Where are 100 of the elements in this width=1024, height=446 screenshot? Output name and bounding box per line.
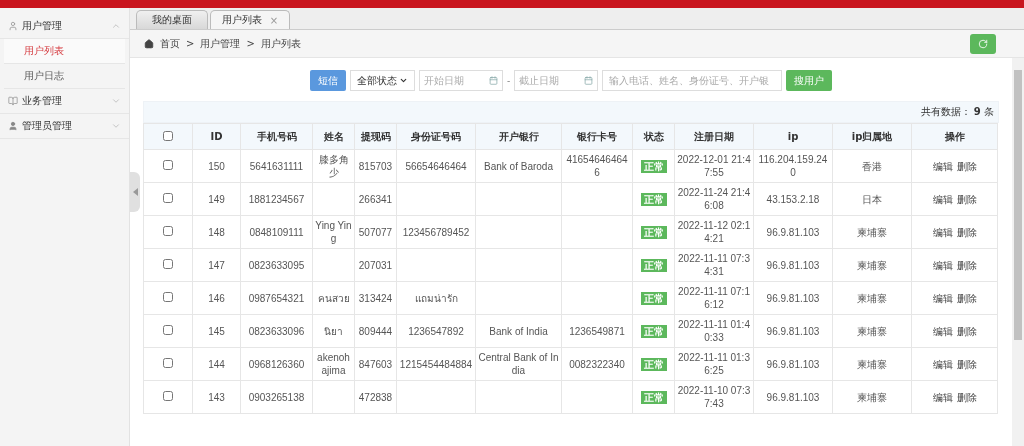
table-cell: 96.9.81.103	[766, 226, 820, 238]
delete-link[interactable]: 删除	[956, 358, 977, 370]
refresh-icon	[978, 38, 988, 49]
column-header: ip	[753, 123, 833, 150]
table-cell: 149	[208, 193, 225, 205]
refresh-button[interactable]	[970, 33, 996, 54]
table-cell: 柬埔寨	[857, 358, 887, 370]
table-cell: 膝多角少	[318, 154, 349, 178]
column-header: 手机号码	[240, 123, 313, 150]
table-cell: 266341	[358, 193, 393, 205]
table-cell: 1236547892	[408, 325, 464, 337]
delete-link[interactable]: 删除	[956, 292, 977, 304]
home-icon	[144, 38, 154, 49]
delete-link[interactable]: 删除	[956, 193, 977, 205]
status-badge: 正常	[640, 225, 667, 239]
group-label: 业务管理	[22, 94, 63, 108]
range-separator: -	[506, 75, 511, 86]
row-checkbox[interactable]	[163, 291, 173, 302]
table-cell: นิยา	[324, 325, 343, 337]
table-cell: 148	[208, 226, 225, 238]
edit-link[interactable]: 编辑	[932, 259, 953, 271]
table-cell: Ying Ying	[315, 220, 352, 244]
table-cell: 柬埔寨	[857, 259, 887, 271]
row-checkbox[interactable]	[163, 324, 173, 335]
status-badge: 正常	[640, 192, 667, 206]
status-badge: 正常	[640, 324, 667, 338]
row-checkbox[interactable]	[163, 390, 173, 401]
chevron-down-icon	[398, 76, 408, 85]
chevron-up-icon	[111, 21, 121, 31]
breadcrumb-separator: >	[186, 38, 195, 49]
table-cell: 2022-11-11 01:36:25	[678, 352, 750, 376]
table-cell: akenohajima	[317, 352, 350, 376]
row-checkbox[interactable]	[163, 357, 173, 368]
edit-link[interactable]: 编辑	[932, 160, 953, 172]
search-field[interactable]: 输入电话、姓名、身份证号、开户银	[602, 70, 783, 91]
end-date-field[interactable]: 截止日期	[514, 70, 599, 91]
collapse-handle[interactable]	[130, 172, 140, 212]
breadcrumb-item[interactable]: 用户管理	[200, 36, 241, 51]
chevron-down-icon	[111, 96, 121, 106]
sidebar-group[interactable]: 业务管理	[0, 89, 129, 114]
select-all-checkbox[interactable]	[163, 130, 173, 141]
breadcrumb-separator: >	[246, 38, 255, 49]
column-header: 身份证号码	[396, 123, 476, 150]
delete-link[interactable]: 删除	[956, 160, 977, 172]
user-icon	[8, 21, 18, 31]
sidebar-group[interactable]: 管理员管理	[0, 114, 129, 139]
tab[interactable]: 用户列表 ×	[210, 10, 290, 29]
table-cell: 809444	[358, 325, 393, 337]
table-cell: 123456789452	[402, 226, 470, 238]
calendar-icon	[488, 76, 498, 85]
status-select[interactable]: 全部状态	[349, 70, 415, 91]
table-cell: 2022-11-11 07:16:12	[678, 286, 750, 310]
row-checkbox[interactable]	[163, 258, 173, 269]
row-checkbox[interactable]	[163, 192, 173, 203]
sidebar-item[interactable]: 用户日志	[4, 64, 125, 89]
table-cell: 2022-11-11 01:40:33	[678, 319, 750, 343]
table-cell: 1881234567	[248, 193, 305, 205]
start-date-field[interactable]: 开始日期	[418, 70, 503, 91]
table-cell: 143	[208, 391, 225, 403]
status-badge: 正常	[640, 357, 667, 371]
status-badge: 正常	[640, 390, 667, 404]
scrollbar[interactable]	[1012, 58, 1024, 446]
group-label: 管理员管理	[22, 119, 73, 133]
delete-link[interactable]: 删除	[956, 226, 977, 238]
table-cell: 0987654321	[248, 292, 305, 304]
table-cell: 472838	[358, 391, 393, 403]
row-checkbox[interactable]	[163, 159, 173, 170]
edit-link[interactable]: 编辑	[932, 292, 953, 304]
edit-link[interactable]: 编辑	[932, 325, 953, 337]
edit-link[interactable]: 编辑	[932, 226, 953, 238]
column-header: ip归属地	[832, 123, 912, 150]
edit-link[interactable]: 编辑	[932, 193, 953, 205]
group-label: 用户管理	[22, 19, 63, 33]
breadcrumb-item: 用户列表	[260, 36, 301, 51]
edit-link[interactable]: 编辑	[932, 391, 953, 403]
edit-link[interactable]: 编辑	[932, 358, 953, 370]
table-cell: 2022-12-01 21:47:55	[677, 154, 751, 178]
table-cell: 2022-11-11 07:34:31	[678, 253, 750, 277]
table-cell: 144	[208, 358, 225, 370]
tab[interactable]: 我的桌面	[136, 10, 208, 29]
column-header: 姓名	[312, 123, 355, 150]
delete-link[interactable]: 删除	[956, 259, 977, 271]
table-cell: Bank of Baroda	[484, 160, 553, 172]
sidebar-item[interactable]: 用户列表	[4, 39, 125, 64]
row-checkbox[interactable]	[163, 225, 173, 236]
breadcrumb-item[interactable]: 首页	[160, 36, 180, 51]
table-cell: 2022-11-12 02:14:21	[677, 220, 751, 244]
table-cell: 日本	[862, 193, 882, 205]
chevron-down-icon	[111, 121, 121, 131]
delete-link[interactable]: 删除	[956, 325, 977, 337]
table-cell: 0968126360	[248, 358, 305, 370]
table-cell: 2022-11-10 07:37:43	[677, 385, 751, 409]
delete-link[interactable]: 删除	[956, 391, 977, 403]
calendar-icon	[584, 76, 594, 85]
table-cell: 0082322340	[569, 358, 625, 370]
table-cell: 507077	[358, 226, 393, 238]
table-cell: Central Bank of India	[478, 352, 559, 376]
table-cell: 147	[208, 259, 225, 271]
status-badge: 正常	[640, 291, 667, 305]
table-cell: 1236549871	[569, 325, 625, 337]
